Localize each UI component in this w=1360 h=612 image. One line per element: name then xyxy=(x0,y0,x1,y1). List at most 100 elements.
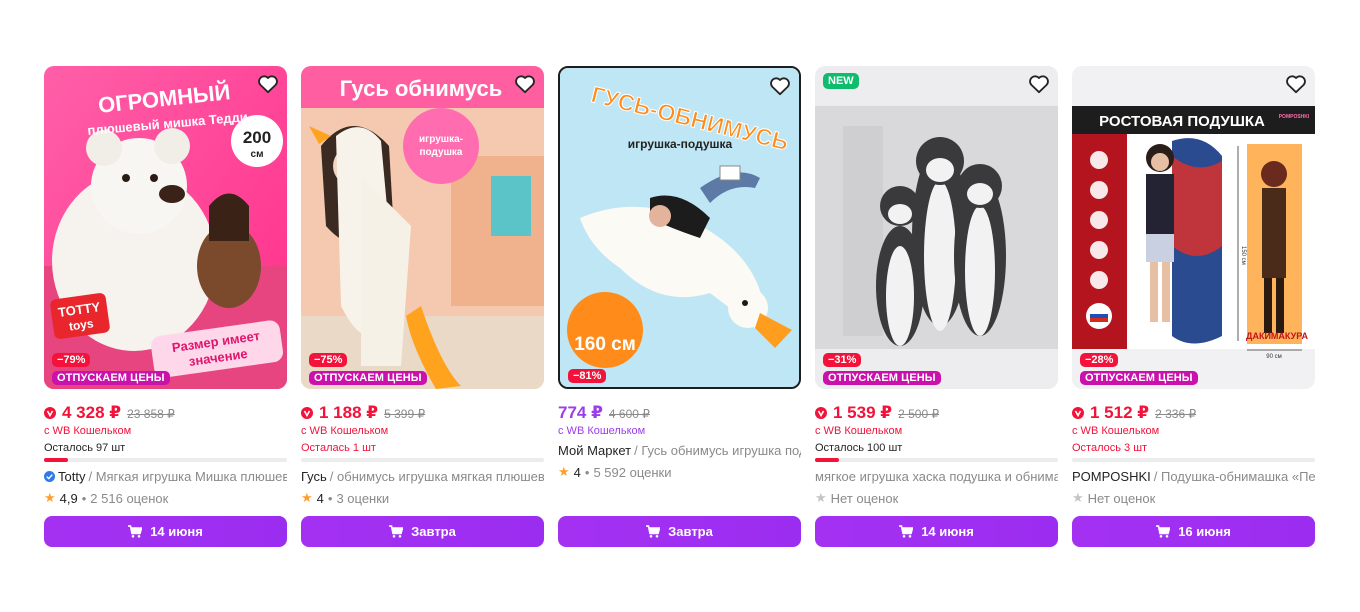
favorite-heart-icon[interactable] xyxy=(257,74,279,94)
wallet-note: с WB Кошельком xyxy=(558,425,646,437)
product-title[interactable]: Мой Маркет / Гусь обнимусь игрушка подуш… xyxy=(558,443,801,458)
product-title[interactable]: Totty / Мягкая игрушка Мишка плюшевый xyxy=(44,469,287,484)
old-price: 2 336 ₽ xyxy=(1155,407,1197,421)
product-image[interactable]: ГУСЬ-ОБНИМУСЬ игрушка-подушка 160 см −81… xyxy=(558,66,801,389)
brand-name: Гусь xyxy=(301,469,327,484)
add-to-cart-button[interactable]: 14 июня xyxy=(44,516,287,547)
old-price: 2 500 ₽ xyxy=(898,407,940,421)
delivery-date: 14 июня xyxy=(150,524,203,539)
rating-row: ★ 4,9 • 2 516 оценок xyxy=(44,490,287,506)
old-price: 23 858 ₽ xyxy=(127,407,175,421)
discount-badge: −31% xyxy=(823,353,862,367)
product-image[interactable]: ОГРОМНЫЙ плюшевый мишка Тедди 200 см TOT… xyxy=(44,66,287,389)
price-row: 1 539 ₽ 2 500 ₽ xyxy=(815,403,1058,423)
body-pillow-photo: РОСТОВАЯ ПОДУШКА POMPOSHKI 150 см 90 см … xyxy=(1072,66,1315,389)
product-card-goose-hug[interactable]: ГУСЬ-ОБНИМУСЬ игрушка-подушка 160 см −81… xyxy=(558,66,801,547)
rating-value: 4 xyxy=(573,464,581,480)
rating-row: ★ 4 • 5 592 оценки xyxy=(558,464,801,480)
add-to-cart-button[interactable]: Завтра xyxy=(301,516,544,547)
cart-icon xyxy=(128,525,143,538)
delivery-date: 14 июня xyxy=(921,524,974,539)
current-price: 1 188 ₽ xyxy=(319,403,379,422)
stock-bar xyxy=(301,458,544,462)
product-title[interactable]: Гусь / обнимусь игрушка мягкая плюшевая xyxy=(301,469,544,484)
favorite-heart-icon[interactable] xyxy=(769,76,791,96)
delivery-date: 16 июня xyxy=(1178,524,1231,539)
cart-icon xyxy=(1156,525,1171,538)
image-size-unit: см xyxy=(251,149,264,160)
product-image[interactable]: РОСТОВАЯ ПОДУШКА POMPOSHKI 150 см 90 см … xyxy=(1072,66,1315,389)
goose-hug-photo: ГУСЬ-ОБНИМУСЬ игрушка-подушка 160 см xyxy=(560,68,799,387)
product-name: / Мягкая игрушка Мишка плюшевый xyxy=(88,469,287,484)
favorite-heart-icon[interactable] xyxy=(514,74,536,94)
product-image[interactable]: NEW −31% ОТПУСКАЕМ ЦЕНЫ xyxy=(815,66,1058,389)
cart-icon xyxy=(389,525,404,538)
brand-name: Мой Маркет xyxy=(558,443,632,458)
rating-row: ★ 4 • 3 оценки xyxy=(301,490,544,506)
teddy-bear-photo: ОГРОМНЫЙ плюшевый мишка Тедди 200 см TOT… xyxy=(44,66,287,389)
wb-wallet-icon xyxy=(44,407,56,419)
wallet-note: с WB Кошельком xyxy=(815,425,903,437)
product-title[interactable]: POMPOSHKI / Подушка-обнимашка «Персонаж» xyxy=(1072,469,1315,484)
image-subheadline: игрушка-подушка xyxy=(628,137,733,151)
verified-brand-icon xyxy=(44,471,55,482)
star-icon: ★ xyxy=(558,464,570,479)
price-row: 4 328 ₽ 23 858 ₽ xyxy=(44,403,287,423)
old-price: 5 399 ₽ xyxy=(384,407,426,421)
dimension-height: 150 см xyxy=(1240,246,1246,265)
add-to-cart-button[interactable]: 14 июня xyxy=(815,516,1058,547)
product-card-husky[interactable]: NEW −31% ОТПУСКАЕМ ЦЕНЫ 1 539 ₽ 2 500 ₽ … xyxy=(815,66,1058,547)
no-rating-label: Нет оценок xyxy=(830,490,899,506)
dimension-width: 90 см xyxy=(1266,354,1281,360)
star-icon: ★ xyxy=(1072,490,1084,505)
favorite-heart-icon[interactable] xyxy=(1285,74,1307,94)
image-size: 200 xyxy=(243,128,271,147)
product-name: / Гусь обнимусь игрушка подушка xyxy=(634,443,801,458)
image-headline: РОСТОВАЯ ПОДУШКА xyxy=(1099,113,1265,130)
rating-dot: • xyxy=(327,490,333,506)
stock-bar xyxy=(44,458,287,462)
favorite-heart-icon[interactable] xyxy=(1028,74,1050,94)
product-card-body-pillow[interactable]: РОСТОВАЯ ПОДУШКА POMPOSHKI 150 см 90 см … xyxy=(1072,66,1315,547)
wb-wallet-icon xyxy=(301,407,313,419)
image-brand: POMPOSHKI xyxy=(1279,114,1310,120)
rating-dot: • xyxy=(584,464,590,480)
product-card-goose[interactable]: игрушка- подушка Гусь обнимусь −75% ОТПУ… xyxy=(301,66,544,547)
add-to-cart-button[interactable]: 16 июня xyxy=(1072,516,1315,547)
star-icon: ★ xyxy=(301,490,313,505)
old-price: 4 600 ₽ xyxy=(608,407,650,421)
product-name: / обнимусь игрушка мягкая плюшевая xyxy=(329,469,544,484)
brand-name: Totty xyxy=(58,469,86,484)
rating-value: 4 xyxy=(316,490,324,506)
discount-badge: −28% xyxy=(1080,353,1119,367)
promo-badge: ОТПУСКАЕМ ЦЕНЫ xyxy=(1080,371,1198,385)
product-grid: ОГРОМНЫЙ плюшевый мишка Тедди 200 см TOT… xyxy=(44,66,1315,547)
image-size: 160 см xyxy=(574,334,636,355)
add-to-cart-button[interactable]: Завтра xyxy=(558,516,801,547)
product-name: / Подушка-обнимашка «Персонаж» xyxy=(1153,469,1315,484)
badge-text-line1: игрушка- xyxy=(419,134,463,145)
stock-left: Осталась 1 шт xyxy=(301,442,376,454)
rating-row: ★ Нет оценок xyxy=(815,490,1058,506)
promo-badge: ОТПУСКАЕМ ЦЕНЫ xyxy=(823,371,941,385)
price-row: 1 512 ₽ 2 336 ₽ xyxy=(1072,403,1315,423)
rating-value: 4,9 xyxy=(59,490,78,506)
promo-badge: ОТПУСКАЕМ ЦЕНЫ xyxy=(309,371,427,385)
cart-icon xyxy=(899,525,914,538)
star-icon: ★ xyxy=(44,490,56,505)
current-price: 1 539 ₽ xyxy=(833,403,893,422)
rating-row: ★ Нет оценок xyxy=(1072,490,1315,506)
rating-dot: • xyxy=(81,490,87,506)
product-name: мягкое игрушка хаска подушка и обнимашка xyxy=(815,469,1058,484)
badge-text-line2: подушка xyxy=(420,147,463,158)
cart-icon xyxy=(646,525,661,538)
delivery-date: Завтра xyxy=(411,524,456,539)
discount-badge: −81% xyxy=(568,369,607,383)
current-price: 774 ₽ xyxy=(558,403,603,422)
product-card-teddy[interactable]: ОГРОМНЫЙ плюшевый мишка Тедди 200 см TOT… xyxy=(44,66,287,547)
current-price: 1 512 ₽ xyxy=(1090,403,1150,422)
reviews-count: 2 516 оценок xyxy=(90,490,169,506)
product-image[interactable]: игрушка- подушка Гусь обнимусь −75% ОТПУ… xyxy=(301,66,544,389)
product-title[interactable]: мягкое игрушка хаска подушка и обнимашка xyxy=(815,469,1058,484)
wallet-note: с WB Кошельком xyxy=(301,425,389,437)
